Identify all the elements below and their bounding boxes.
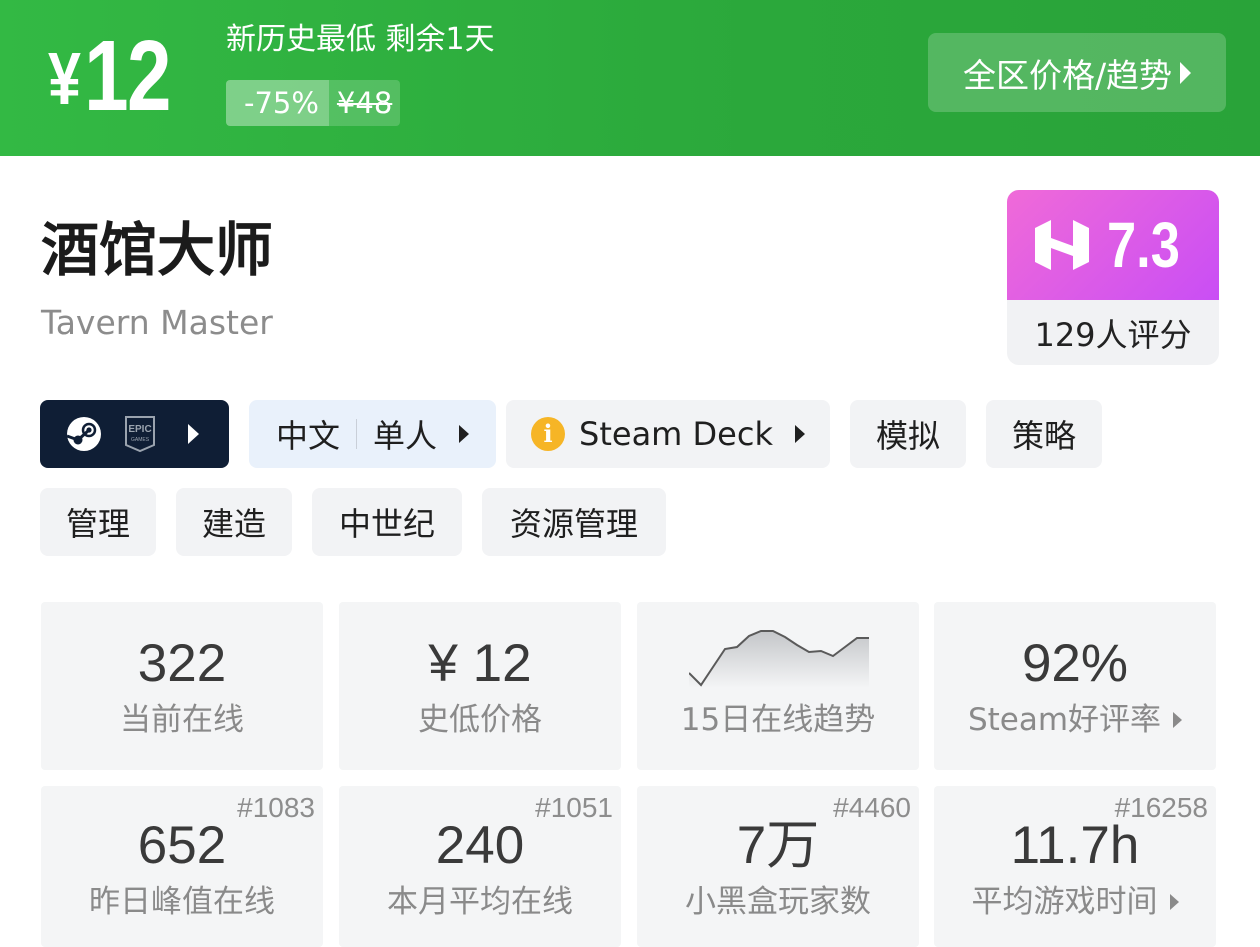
tag-chip[interactable]: 中世纪 <box>312 488 462 556</box>
score-card[interactable]: 7.3 129人评分 <box>1007 190 1219 365</box>
stat-steam-rating[interactable]: 92% Steam好评率 <box>934 602 1216 770</box>
tag-label: 中世纪 <box>338 505 435 543</box>
stat-value: 240 <box>435 816 525 875</box>
divider <box>356 419 357 449</box>
steam-deck-chip[interactable]: i Steam Deck <box>506 400 830 468</box>
stat-peak-yesterday[interactable]: #1083 652 昨日峰值在线 <box>41 786 323 947</box>
current-price-value: 12 <box>84 20 171 132</box>
svg-text:GAMES: GAMES <box>131 437 150 443</box>
discount-badge: -75% <box>226 80 329 126</box>
stat-monthly-avg[interactable]: #1051 240 本月平均在线 <box>339 786 621 947</box>
stat-label: 15日在线趋势 <box>680 702 876 738</box>
original-price: ¥48 <box>328 80 401 126</box>
stat-label: 小黑盒玩家数 <box>685 884 871 920</box>
steam-icon <box>66 417 101 451</box>
stat-value: 322 <box>137 634 227 693</box>
stat-xhh-players[interactable]: #4460 7万 小黑盒玩家数 <box>637 786 919 947</box>
currency-symbol: ¥ <box>48 37 81 120</box>
price-trend-label: 全区价格/趋势 <box>962 55 1173 95</box>
heybox-logo-icon <box>1034 220 1089 270</box>
tag-label: 管理 <box>65 505 130 543</box>
epic-games-icon: EPIC GAMES <box>125 416 155 453</box>
price-banner: ¥12 新历史最低 剩余1天 -75% ¥48 全区价格/趋势 <box>0 0 1260 156</box>
online-trend-sparkline <box>689 630 869 688</box>
chevron-right-icon <box>188 424 199 444</box>
stat-lowest-price[interactable]: ¥ 12 史低价格 <box>339 602 621 770</box>
stat-online-trend[interactable]: 15日在线趋势 <box>637 602 919 770</box>
price-trend-button[interactable]: 全区价格/趋势 <box>928 33 1226 112</box>
stat-current-online[interactable]: 322 当前在线 <box>41 602 323 770</box>
game-subtitle: Tavern Master <box>41 303 273 342</box>
stat-label: Steam好评率 <box>967 702 1162 738</box>
tag-chip[interactable]: 策略 <box>986 400 1102 468</box>
language-players-chip[interactable]: 中文 单人 <box>249 400 496 468</box>
tag-label: 资源管理 <box>509 505 638 543</box>
store-platforms-chip[interactable]: EPIC GAMES <box>40 400 229 468</box>
chevron-right-icon <box>794 425 805 443</box>
stat-avg-playtime[interactable]: #16258 11.7h 平均游戏时间 <box>934 786 1216 947</box>
tag-label: 策略 <box>1011 417 1076 455</box>
price-tags: -75% ¥48 <box>226 80 401 126</box>
stat-value: ¥ 12 <box>428 634 532 693</box>
chevron-right-icon <box>1169 894 1179 910</box>
stat-value: 11.7h <box>1010 816 1140 875</box>
tag-chip[interactable]: 模拟 <box>850 400 966 468</box>
svg-text:EPIC: EPIC <box>128 424 151 435</box>
stat-value: 652 <box>137 816 227 875</box>
score-value: 7.3 <box>1106 209 1180 281</box>
stat-label: 本月平均在线 <box>387 884 573 920</box>
deal-headline: 新历史最低 剩余1天 <box>226 22 495 57</box>
stat-label: 当前在线 <box>120 702 244 738</box>
stat-value: 92% <box>1021 634 1129 693</box>
language-label: 中文 <box>275 417 340 455</box>
score-count: 129人评分 <box>1034 315 1192 354</box>
stat-label: 昨日峰值在线 <box>89 884 275 920</box>
chevron-right-icon <box>1173 712 1183 728</box>
steam-deck-label: Steam Deck <box>579 415 773 453</box>
trend-area <box>689 631 869 688</box>
tag-chip[interactable]: 建造 <box>176 488 292 556</box>
current-price: ¥12 <box>48 26 172 129</box>
score-header: 7.3 <box>1007 190 1219 300</box>
tag-chip[interactable]: 资源管理 <box>482 488 666 556</box>
info-icon: i <box>531 417 566 451</box>
tag-chip[interactable]: 管理 <box>40 488 156 556</box>
tag-label: 模拟 <box>875 417 940 455</box>
chevron-right-icon <box>459 425 470 443</box>
tag-label: 建造 <box>201 505 266 543</box>
game-title: 酒馆大师 <box>41 216 274 284</box>
stat-value: 7万 <box>736 816 820 875</box>
stat-label-row: Steam好评率 <box>934 700 1216 740</box>
stat-label: 史低价格 <box>418 702 542 738</box>
stat-label: 平均游戏时间 <box>971 884 1158 920</box>
players-label: 单人 <box>373 417 438 455</box>
stat-label-row: 平均游戏时间 <box>934 882 1216 922</box>
chevron-right-icon <box>1180 61 1192 84</box>
